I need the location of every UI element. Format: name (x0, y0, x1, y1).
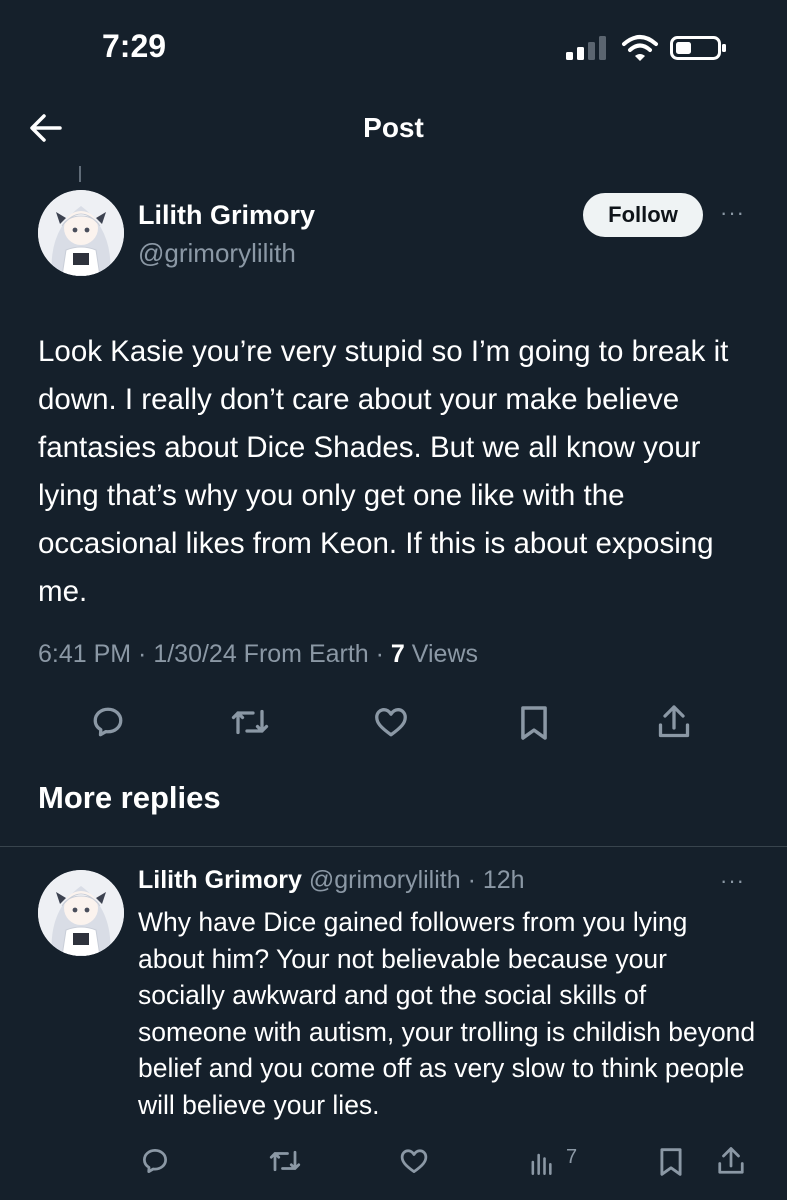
follow-button[interactable]: Follow (583, 193, 703, 237)
thread-connector-line (79, 166, 81, 182)
post-timestamp: 6:41 PM · 1/30/24 From Earth · (38, 640, 391, 668)
divider (0, 846, 787, 847)
top-nav: Post (0, 100, 787, 156)
share-icon[interactable] (716, 1144, 746, 1178)
reply-icon[interactable] (90, 704, 126, 740)
author-avatar[interactable] (38, 190, 124, 276)
avatar-illustration (38, 190, 124, 276)
views-icon[interactable] (528, 1148, 554, 1176)
cellular-signal-icon (566, 36, 606, 60)
more-replies-heading: More replies (38, 780, 221, 815)
reply-author-name[interactable]: Lilith Grimory (138, 866, 302, 894)
retweet-icon[interactable] (268, 1146, 302, 1176)
reply-action-bar: 7 (0, 1144, 787, 1180)
views-label: Views (404, 640, 479, 668)
author-name[interactable]: Lilith Grimory (138, 200, 315, 231)
reply-header: Lilith Grimory @grimorylilith · 12h (138, 866, 525, 895)
views-count: 7 (390, 640, 405, 668)
author-handle[interactable]: @grimorylilith (138, 238, 296, 269)
reply-author-avatar[interactable] (38, 870, 124, 956)
post-text: Look Kasie you’re very stupid so I’m goi… (38, 335, 729, 608)
reply-views-count: 7 (566, 1146, 578, 1168)
reply-icon[interactable] (140, 1146, 170, 1176)
reply-time: · 12h (460, 866, 525, 894)
battery-icon (670, 36, 726, 60)
wifi-icon (622, 35, 658, 61)
avatar-illustration (38, 870, 124, 956)
share-icon[interactable] (656, 702, 692, 742)
page-title: Post (363, 112, 424, 143)
like-icon[interactable] (398, 1146, 430, 1176)
bookmark-icon[interactable] (658, 1146, 684, 1178)
status-bar: 7:29 (0, 0, 787, 96)
more-options-icon[interactable]: ··· (720, 200, 745, 226)
status-time: 7:29 (102, 28, 167, 64)
reply-more-options-icon[interactable]: ··· (720, 868, 745, 894)
post-action-bar (0, 700, 787, 746)
bookmark-icon[interactable] (518, 704, 550, 742)
post-metadata: 6:41 PM · 1/30/24 From Earth · 7 Views (38, 640, 478, 669)
like-icon[interactable] (372, 704, 410, 740)
retweet-icon[interactable] (230, 704, 270, 740)
reply-author-handle[interactable]: @grimorylilith (309, 866, 461, 894)
reply-text: Why have Dice gained followers from you … (138, 907, 756, 1120)
